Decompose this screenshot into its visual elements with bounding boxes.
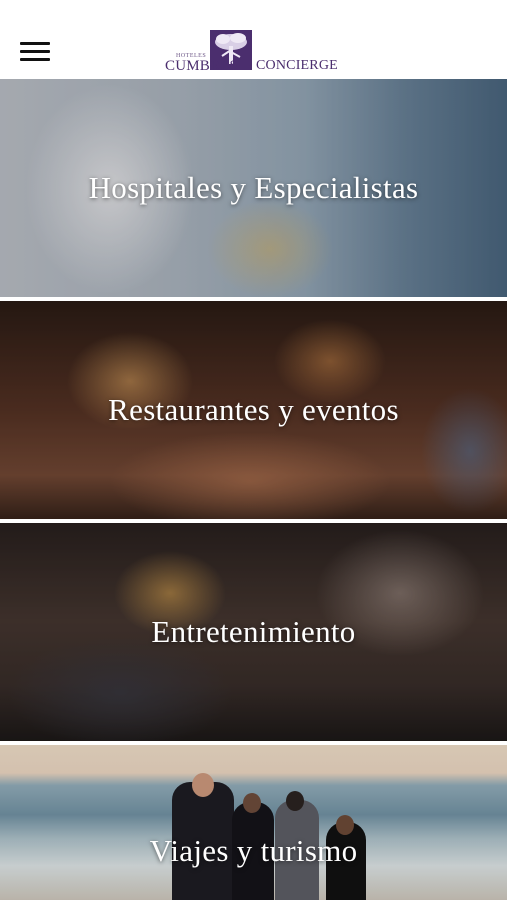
logo-cumbres-text: CUMBRES: [165, 58, 239, 74]
category-label: Restaurantes y eventos: [108, 392, 399, 427]
category-restaurantes[interactable]: Restaurantes y eventos: [0, 301, 507, 519]
logo-concierge-text: CONCIERGE: [256, 58, 338, 73]
category-label: Entretenimiento: [151, 614, 356, 649]
category-label: Hospitales y Especialistas: [88, 170, 419, 205]
menu-bar: [20, 50, 50, 53]
category-viajes[interactable]: Viajes y turismo: [0, 745, 507, 900]
brand-logo: HOTELES CUMBRES CONCIERGE: [163, 28, 343, 76]
category-hospitales[interactable]: Hospitales y Especialistas: [0, 79, 507, 297]
category-label: Viajes y turismo: [149, 833, 358, 868]
menu-bar: [20, 58, 50, 61]
hamburger-menu-icon[interactable]: [20, 42, 50, 62]
category-entretenimiento[interactable]: Entretenimiento: [0, 523, 507, 741]
menu-bar: [20, 42, 50, 45]
app-header: HOTELES CUMBRES CONCIERGE: [0, 0, 507, 79]
